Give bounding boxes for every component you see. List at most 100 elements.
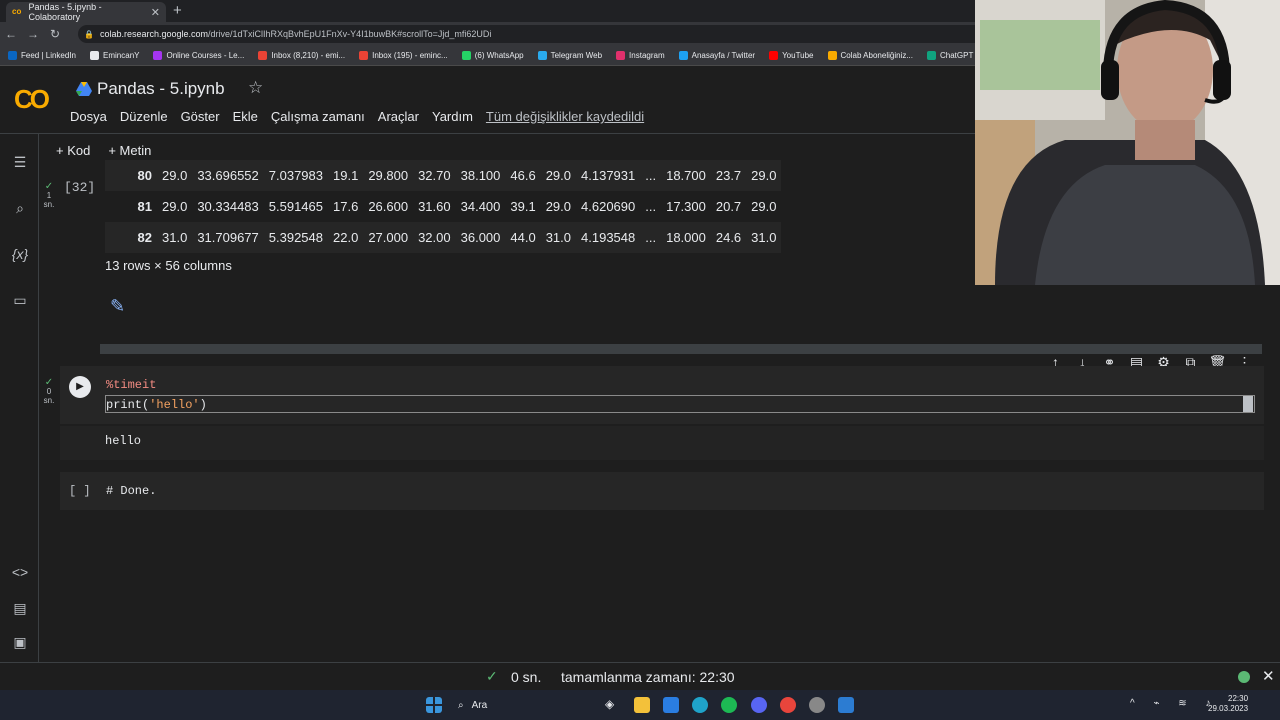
windows-taskbar: ⌕ Ara ◈ ^ ⌁ ≋ ♪ 22:30 29.03.2023 [0,690,1280,720]
back-icon[interactable]: ← [0,27,22,41]
connection-status-icon[interactable] [1238,671,1250,683]
bookmark-favicon-icon [153,51,163,60]
add-code-button[interactable]: + Kod [56,143,90,158]
settings-app-icon[interactable] [809,697,825,713]
file-explorer-icon[interactable] [634,697,650,713]
notebook-title[interactable]: Pandas - 5.ipynb [97,79,225,99]
code-line-2-editor[interactable] [105,395,1255,413]
menu-item[interactable]: Araçlar [378,109,419,124]
dataframe-shape: 13 rows × 56 columns [105,258,232,273]
bookmark-item[interactable]: Inbox (195) - eminc... [359,51,448,60]
menu-item[interactable]: Dosya [70,109,107,124]
table-cell: 38.100 [455,160,506,191]
table-cell: 36.000 [455,222,506,253]
table-cell: 29.800 [363,160,414,191]
table-cell: 32.00 [413,222,456,253]
taskbar-search[interactable]: ⌕ Ara [450,696,550,714]
editor-scroll-thumb[interactable] [1243,396,1253,412]
saved-status-link[interactable]: Tüm değişiklikler kaydedildi [486,109,644,124]
menu-item[interactable]: Çalışma zamanı [271,109,365,124]
menu-bar: Dosya Düzenle Göster Ekle Çalışma zamanı Araç… [70,109,657,124]
menu-item[interactable]: Ekle [233,109,258,124]
table-cell: 4.193548 [576,222,641,253]
check-icon: ✓ [486,668,498,684]
search-icon: ⌕ [458,699,464,711]
browser-tab[interactable]: co Pandas - 5.ipynb - Colaboratory ✕ [6,2,166,22]
bookmark-item[interactable]: Feed | LinkedIn [8,51,76,60]
new-tab-icon[interactable]: + [173,2,182,19]
url-host: colab.research.google.com [99,29,209,39]
table-cell: 29.0 [540,160,577,191]
bookmark-favicon-icon [90,51,100,60]
table-cell: 46.6 [505,160,541,191]
table-cell: 34.400 [460,199,501,214]
table-cell: ... [645,199,657,214]
close-tab-icon[interactable]: ✕ [151,6,160,19]
add-text-button[interactable]: + Metin [108,143,151,158]
menu-item[interactable]: Göster [181,109,220,124]
run-cell-button[interactable]: ▶ [69,376,91,398]
edge-icon[interactable] [692,697,708,713]
terminal-icon[interactable]: ▣ [10,634,30,651]
menu-item[interactable]: Yardım [432,109,473,124]
row-index: 82 [105,222,157,253]
table-cell: ... [640,222,662,253]
table-cell: 18.700 [661,160,711,191]
code-line-1[interactable]: %timeit [106,378,156,392]
bookmark-item[interactable]: EmincanY [90,51,139,60]
bookmark-item[interactable]: Instagram [616,51,665,60]
table-cell: 27.000 [363,222,414,253]
url-input[interactable]: 🔒 colab.research.google.com /drive/1dTxi… [78,25,998,43]
cell-code[interactable]: # Done. [106,484,156,498]
table-cell: 20.7 [715,199,742,214]
left-rail: ☰ ⌕ {x} ▭ <> ▤ ▣ [0,134,39,662]
table-cell: 31.0 [157,222,193,253]
bookmark-item[interactable]: (6) WhatsApp [461,51,524,60]
forward-icon[interactable]: → [22,27,44,41]
bookmark-item[interactable]: Colab Aboneliğiniz... [827,51,913,60]
bookmark-item[interactable]: Telegram Web [537,51,602,60]
vscode-icon[interactable] [838,697,854,713]
bookmark-item[interactable]: ChatGPT [927,51,973,60]
dataframe-table: 80 29.0 33.696552 7.037983 19.1 29.800 32.70 38… [105,160,782,253]
code-line-2[interactable]: print('hello') [106,398,207,412]
code-snippets-icon[interactable]: <> [10,564,30,580]
bookmark-favicon-icon [537,51,547,60]
colab-logo[interactable]: CO [14,84,50,115]
completion-time: tamamlanma zamanı: 22:30 [561,669,735,685]
taskbar-clock[interactable]: 22:30 29.03.2023 [1208,694,1248,714]
discord-icon[interactable] [751,697,767,713]
close-status-icon[interactable]: ✕ [1262,667,1275,685]
output-cell-status: ✓ 1 sn. [43,181,55,210]
task-view-icon[interactable]: ◈ [605,697,621,713]
star-icon[interactable]: ☆ [248,78,263,98]
output-text: hello [105,434,142,448]
mail-icon[interactable] [663,697,679,713]
spotify-icon[interactable] [721,697,737,713]
table-cell: ... [640,160,662,191]
row-index: 81 [137,199,152,214]
reload-icon[interactable]: ↻ [44,27,66,41]
menu-item[interactable]: Düzenle [120,109,168,124]
cell-brackets[interactable]: [ ] [69,484,91,498]
horizontal-scrollbar[interactable] [100,344,1262,354]
bookmark-item[interactable]: Inbox (8,210) - emi... [258,51,345,60]
windows-start-icon[interactable] [426,697,442,713]
command-palette-icon[interactable]: ▤ [10,600,30,617]
variables-icon[interactable]: {x} [10,246,30,262]
magic-wand-icon[interactable]: ✎ [110,296,125,317]
bookmark-item[interactable]: YouTube [769,51,814,60]
check-icon: ✓ [44,181,54,192]
bookmark-favicon-icon [616,51,626,60]
chrome-icon[interactable] [780,697,796,713]
search-icon[interactable]: ⌕ [10,200,30,217]
bookmark-favicon-icon [461,51,471,60]
table-cell: 44.0 [505,222,541,253]
bookmark-item[interactable]: Online Courses - Le... [153,51,244,60]
files-icon[interactable]: ▭ [10,292,30,309]
toc-icon[interactable]: ☰ [10,154,30,171]
system-tray[interactable]: ^ ⌁ ≋ ♪ [1130,698,1218,709]
bookmark-item[interactable]: Anasayfa / Twitter [678,51,755,60]
google-drive-icon[interactable] [76,82,92,96]
empty-code-cell[interactable] [60,472,1264,510]
